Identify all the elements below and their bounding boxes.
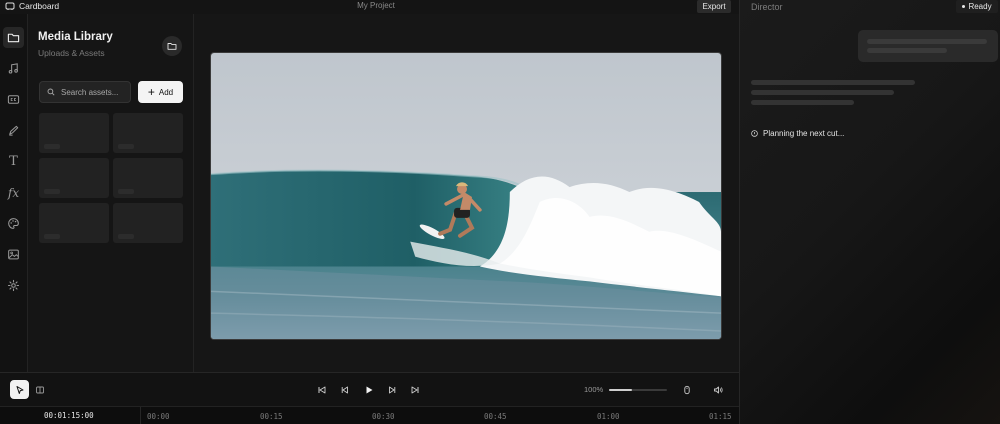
folder-icon [7, 33, 20, 43]
playback-toolbar: 100% [0, 372, 739, 406]
asset-tile-placeholder[interactable] [39, 158, 109, 198]
info-icon [751, 130, 758, 137]
search-icon [47, 88, 55, 96]
media-library-subtitle: Uploads & Assets [38, 48, 105, 58]
rail-fx-button[interactable]: fx [3, 182, 24, 203]
settings-icon [7, 279, 20, 292]
ruler-tick-label: 00:15 [260, 412, 283, 421]
message-bubble-placeholder [858, 30, 998, 62]
skip-to-start-button[interactable] [314, 382, 330, 398]
split-tool-button[interactable] [30, 380, 49, 399]
preview-area [194, 14, 739, 372]
rail-text-button[interactable]: T [3, 151, 24, 172]
fx-icon: fx [7, 185, 20, 200]
folder-icon [167, 43, 177, 50]
volume-icon [714, 386, 723, 394]
play-button[interactable] [361, 382, 377, 398]
text-icon: T [9, 154, 18, 169]
surfer-video-frame [211, 53, 721, 339]
skeleton-line [751, 100, 854, 105]
skeleton-line [751, 90, 894, 95]
step-back-icon [341, 386, 348, 394]
add-asset-button[interactable]: + Add [138, 81, 183, 103]
skip-back-icon [318, 386, 326, 394]
ruler-tick-label: 00:00 [147, 412, 170, 421]
select-tool-button[interactable] [10, 380, 29, 399]
search-input[interactable] [61, 87, 129, 97]
zoom-slider[interactable] [609, 389, 667, 391]
project-title[interactable]: My Project [0, 1, 752, 10]
asset-tile-placeholder[interactable] [39, 203, 109, 243]
captions-icon [7, 95, 20, 104]
volume-button[interactable] [710, 382, 726, 398]
planning-status: Planning the next cut... [751, 129, 844, 138]
rail-settings-button[interactable] [3, 275, 24, 296]
asset-tile-placeholder[interactable] [113, 158, 183, 198]
mouse-icon [684, 385, 690, 395]
tool-rail: T fx [0, 14, 28, 372]
skeleton-line [751, 80, 915, 85]
top-bar: Cardboard My Project Export [0, 0, 740, 14]
step-back-button[interactable] [337, 382, 353, 398]
snap-toggle-button[interactable] [679, 382, 695, 398]
current-timecode: 00:01:15:00 [44, 411, 94, 420]
ruler-tick-label: 01:15 [709, 412, 732, 421]
director-panel: Director Ready Planning the next cut... [739, 0, 1000, 424]
rail-music-button[interactable] [3, 58, 24, 79]
ruler-tick-label: 00:30 [372, 412, 395, 421]
status-badge: Ready [956, 0, 998, 13]
video-preview[interactable] [210, 52, 722, 340]
add-label: Add [158, 87, 174, 97]
step-forward-button[interactable] [384, 382, 400, 398]
skip-forward-icon [411, 386, 419, 394]
status-dot-icon [962, 5, 966, 8]
ruler-tick-label: 01:00 [597, 412, 620, 421]
planning-text: Planning the next cut... [763, 129, 845, 138]
split-view-icon [35, 386, 44, 393]
skip-to-end-button[interactable] [407, 382, 423, 398]
step-forward-icon [389, 386, 396, 394]
asset-tile-placeholder[interactable] [113, 113, 183, 153]
search-box[interactable] [39, 81, 131, 103]
music-icon [8, 63, 18, 74]
ruler-tick-label: 00:45 [484, 412, 507, 421]
timeline-ruler[interactable]: 00:01:15:00 00:00 00:15 00:30 00:45 01:0… [0, 406, 739, 424]
media-library-title: Media Library [38, 31, 113, 43]
new-folder-button[interactable] [162, 36, 182, 56]
image-icon [8, 249, 19, 260]
zoom-slider-fill [609, 389, 633, 391]
plus-icon: + [147, 85, 155, 99]
cursor-icon [16, 385, 23, 394]
status-text: Ready [968, 2, 992, 11]
rail-folder-button[interactable] [3, 27, 24, 48]
media-library-panel: Media Library Uploads & Assets + Add [28, 14, 194, 372]
asset-tile-placeholder[interactable] [39, 113, 109, 153]
rail-palette-button[interactable] [3, 213, 24, 234]
director-title: Director [751, 2, 783, 12]
zoom-level: 100% [584, 385, 604, 394]
rail-captions-button[interactable] [3, 89, 24, 110]
ruler-divider [140, 407, 141, 424]
rail-image-button[interactable] [3, 244, 24, 265]
palette-icon [8, 218, 19, 229]
pen-icon [9, 125, 19, 136]
rail-pen-button[interactable] [3, 120, 24, 141]
asset-tile-placeholder[interactable] [113, 203, 183, 243]
play-icon [366, 386, 373, 394]
export-button[interactable]: Export [697, 0, 731, 13]
